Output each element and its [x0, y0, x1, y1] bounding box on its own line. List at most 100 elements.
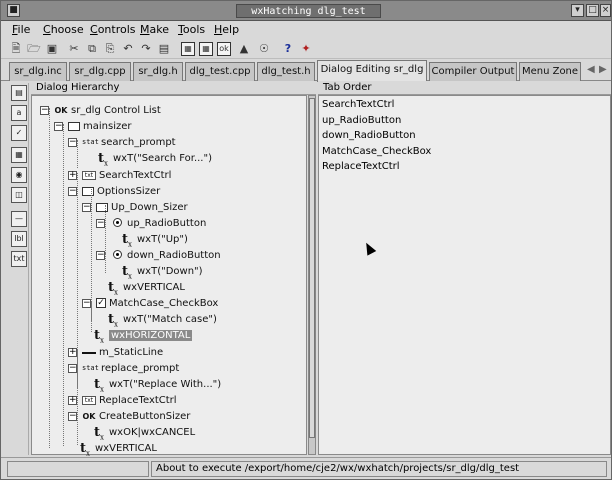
- dialog-hierarchy-tree[interactable]: OK sr_dlg Control List − mainsizer − stat sear…: [31, 95, 307, 458]
- help-question-icon[interactable]: ?: [281, 42, 295, 56]
- run-icon[interactable]: ▲: [237, 42, 251, 56]
- dialog-tool-icon[interactable]: ▤: [11, 85, 27, 101]
- collapse-icon[interactable]: −: [68, 138, 77, 147]
- tree-node[interactable]: up_RadioButton: [110, 216, 206, 231]
- paste-icon[interactable]: ⎘: [103, 42, 117, 56]
- menu-make[interactable]: Make: [140, 23, 169, 37]
- tab-sr-dlg-inc[interactable]: sr_dlg.inc: [9, 62, 67, 81]
- radio-tool-icon[interactable]: ◉: [11, 167, 27, 183]
- menu-tools[interactable]: Tools: [178, 23, 205, 37]
- tab-order-pane: Tab Order SearchTextCtrl up_RadioButton do…: [318, 81, 611, 455]
- tab-order-item[interactable]: up_RadioButton: [322, 113, 401, 128]
- tree-node[interactable]: m_StaticLine: [82, 345, 163, 360]
- collapse-icon[interactable]: −: [40, 106, 49, 115]
- help-icon[interactable]: ☉: [257, 42, 271, 56]
- close-icon[interactable]: ×: [600, 4, 611, 17]
- tree-node[interactable]: ✓ MatchCase_CheckBox: [96, 296, 218, 311]
- collapse-icon[interactable]: −: [68, 412, 77, 421]
- collapse-icon[interactable]: −: [96, 219, 105, 228]
- tree-scroll-thumb[interactable]: [309, 98, 315, 438]
- expand-icon[interactable]: +: [68, 171, 77, 180]
- tree-node[interactable]: OptionsSizer: [82, 184, 160, 199]
- tab-dialog-editing[interactable]: Dialog Editing sr_dlg: [317, 60, 427, 82]
- menu-bar: File Choose Controls Make Tools Help: [1, 21, 611, 39]
- tab-order-list[interactable]: SearchTextCtrl up_RadioButton down_RadioBu…: [318, 95, 611, 455]
- menu-help[interactable]: Help: [214, 23, 239, 37]
- tree-node[interactable]: txt ReplaceTextCtrl: [82, 393, 177, 408]
- rename-icon[interactable]: ▤: [157, 42, 171, 56]
- wizard-icon[interactable]: ✦: [299, 42, 313, 56]
- tree-node-label: Up_Down_Sizer: [111, 202, 188, 213]
- tab-order-item[interactable]: down_RadioButton: [322, 128, 416, 143]
- dialog-icon[interactable]: ▦: [181, 42, 195, 56]
- tab-order-item[interactable]: MatchCase_CheckBox: [322, 144, 431, 159]
- status-bar: About to execute /export/home/cje2/wx/wx…: [1, 457, 611, 479]
- new-file-icon[interactable]: 🗎: [9, 42, 23, 56]
- tab-compiler-output[interactable]: Compiler Output: [429, 62, 517, 81]
- tree-node[interactable]: tx wxT("Down"): [120, 263, 203, 281]
- copy-icon[interactable]: ⧉: [85, 42, 99, 56]
- grid-tool-icon[interactable]: ▦: [11, 147, 27, 163]
- collapse-icon[interactable]: −: [82, 299, 91, 308]
- tab-sr-dlg-h[interactable]: sr_dlg.h: [133, 62, 183, 81]
- tree-node[interactable]: tx wxT("Search For..."): [96, 150, 212, 168]
- grid-icon[interactable]: ▦: [199, 42, 213, 56]
- sizer-tool-icon[interactable]: ◫: [11, 187, 27, 203]
- tab-sr-dlg-cpp[interactable]: sr_dlg.cpp: [69, 62, 131, 81]
- tree-node[interactable]: tx wxVERTICAL: [78, 441, 157, 458]
- label-tool-icon[interactable]: lbl: [11, 231, 27, 247]
- text-value-icon: tx: [122, 263, 132, 281]
- tab-scroll-right-icon[interactable]: ▶: [599, 64, 607, 75]
- tree-node[interactable]: stat search_prompt: [82, 135, 176, 150]
- tree-scrollbar[interactable]: [308, 95, 316, 455]
- menu-controls[interactable]: Controls: [90, 23, 136, 37]
- tree-node[interactable]: OK CreateButtonSizer: [82, 409, 191, 424]
- text-value-icon: tx: [98, 150, 108, 168]
- expand-icon[interactable]: +: [68, 396, 77, 405]
- file-tabs: sr_dlg.inc sr_dlg.cpp sr_dlg.h dlg_test.…: [1, 59, 611, 82]
- static-text-tool-icon[interactable]: a: [11, 105, 27, 121]
- title-bar[interactable]: ■ wxHatching dlg_test ▾ □ ×: [1, 1, 611, 21]
- expand-icon[interactable]: +: [68, 348, 77, 357]
- collapse-icon[interactable]: −: [68, 187, 77, 196]
- tree-node-label: OptionsSizer: [97, 186, 161, 197]
- collapse-icon[interactable]: −: [68, 364, 77, 373]
- tree-node-label: search_prompt: [101, 137, 176, 148]
- open-folder-icon[interactable]: 🗁: [27, 42, 41, 56]
- tree-node[interactable]: tx wxT("Up"): [120, 232, 188, 249]
- tab-dlg-test-cpp[interactable]: dlg_test.cpp: [185, 62, 255, 81]
- tree-node[interactable]: tx wxT("Replace With..."): [92, 377, 222, 394]
- collapse-icon[interactable]: −: [54, 122, 63, 131]
- tree-node[interactable]: tx wxHORIZONTAL: [92, 328, 193, 344]
- tab-scroll-left-icon[interactable]: ◀: [587, 64, 595, 75]
- menu-choose[interactable]: Choose: [43, 23, 84, 37]
- collapse-icon[interactable]: −: [82, 203, 91, 212]
- window-menu-icon[interactable]: ■: [7, 4, 20, 17]
- tree-node[interactable]: tx wxOK|wxCANCEL: [92, 425, 195, 442]
- tree-node[interactable]: tx wxT("Match case"): [106, 312, 217, 329]
- menu-file[interactable]: File: [12, 23, 30, 37]
- line-tool-icon[interactable]: —: [11, 211, 27, 227]
- tab-order-item[interactable]: ReplaceTextCtrl: [322, 159, 400, 174]
- ok-icon[interactable]: ok: [217, 42, 231, 56]
- save-icon[interactable]: ▣: [45, 42, 59, 56]
- tree-node-label: wxT("Replace With..."): [109, 379, 222, 390]
- tab-dlg-test-h[interactable]: dlg_test.h: [257, 62, 315, 81]
- tree-node[interactable]: Up_Down_Sizer: [96, 200, 188, 215]
- tab-order-item[interactable]: SearchTextCtrl: [322, 97, 394, 112]
- tree-node[interactable]: txt SearchTextCtrl: [82, 168, 171, 183]
- checkbox-tool-icon[interactable]: ✓: [11, 125, 27, 141]
- tree-node[interactable]: stat replace_prompt: [82, 361, 179, 376]
- cut-icon[interactable]: ✂: [67, 42, 81, 56]
- textctrl-tool-icon[interactable]: txt: [11, 251, 27, 267]
- maximize-icon[interactable]: □: [586, 4, 599, 17]
- redo-icon[interactable]: ↷: [139, 42, 153, 56]
- tab-menu-zone[interactable]: Menu Zone: [519, 62, 581, 81]
- tree-node[interactable]: down_RadioButton: [110, 248, 221, 263]
- tree-node[interactable]: mainsizer: [68, 119, 132, 134]
- tree-node[interactable]: tx wxVERTICAL: [106, 280, 185, 297]
- minimize-icon[interactable]: ▾: [571, 4, 584, 17]
- undo-icon[interactable]: ↶: [121, 42, 135, 56]
- collapse-icon[interactable]: −: [96, 251, 105, 260]
- tree-node[interactable]: OK sr_dlg Control List: [54, 103, 161, 118]
